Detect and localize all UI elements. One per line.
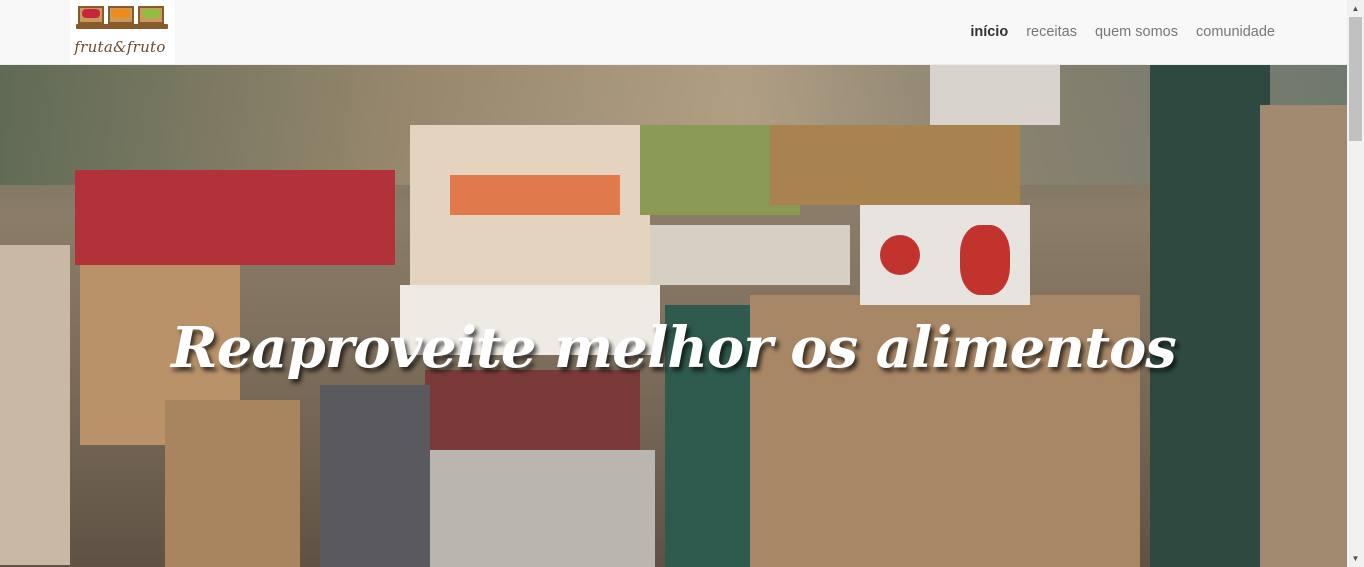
brand-logo[interactable]: fruta&fruto [70, 0, 175, 64]
orange-fruit-crate-icon [108, 6, 134, 24]
logo-crate-base [76, 24, 168, 29]
main-nav: início receitas quem somos comunidade [970, 0, 1275, 64]
nav-item-quem-somos[interactable]: quem somos [1095, 24, 1178, 40]
hero-banner: Reaproveite melhor os alimentos [0, 65, 1347, 567]
brand-wordmark: fruta&fruto [74, 38, 166, 56]
hero-title: Reaproveite melhor os alimentos [171, 314, 1177, 381]
green-fruit-crate-icon [138, 6, 164, 24]
nav-item-comunidade[interactable]: comunidade [1196, 24, 1275, 40]
scroll-thumb[interactable] [1349, 17, 1362, 141]
triangle-up-icon[interactable]: ▲ [1347, 0, 1364, 17]
nav-item-receitas[interactable]: receitas [1026, 24, 1077, 40]
page-scrollbar[interactable]: ▲ ▼ [1347, 0, 1364, 567]
nav-item-inicio[interactable]: início [970, 24, 1008, 40]
triangle-down-icon[interactable]: ▼ [1347, 550, 1364, 567]
red-fruit-crate-icon [78, 6, 104, 24]
navbar: fruta&fruto início receitas quem somos c… [0, 0, 1347, 65]
